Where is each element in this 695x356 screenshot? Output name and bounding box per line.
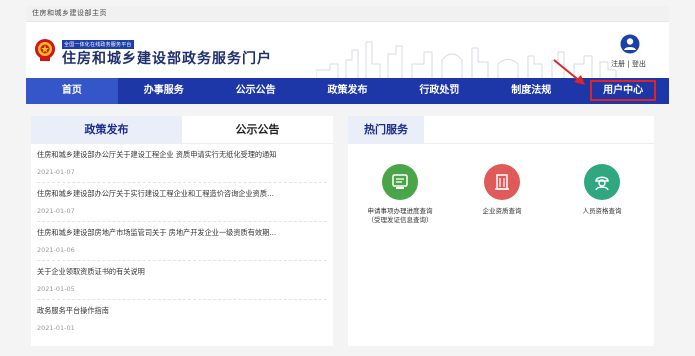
tab-policy[interactable]: 政策发布 [31,116,182,143]
list-item[interactable]: 关于企业领取资质证书的有关说明 2021-01-05 [37,261,327,300]
progress-query-icon [382,164,418,200]
nav-item-penalty[interactable]: 行政处罚 [393,78,485,104]
service-personnel-qualification[interactable]: 人员资格查询 [554,164,650,216]
worker-icon [584,164,620,200]
news-panel: 政策发布 公示公告 住房和城乡建设部办公厅关于建设工程企业 资质申请实行无纸化受… [31,116,333,346]
news-date: 2021-01-01 [37,324,75,332]
nav-item-services[interactable]: 办事服务 [118,78,210,104]
news-tabs: 政策发布 公示公告 [31,116,333,144]
list-item[interactable]: 住房和城乡建设部办公厅关于建设工程企业 资质申请实行无纸化受理的通知 2021-… [37,144,327,183]
news-list: 住房和城乡建设部办公厅关于建设工程企业 资质申请实行无纸化受理的通知 2021-… [31,144,333,339]
news-title[interactable]: 住房和城乡建设部办公厅关于实行建设工程企业和工程造价咨询企业资质... [37,189,327,199]
service-label: 申请事项办理进度查询 [367,207,433,215]
pointer-arrow-icon [553,59,585,85]
auth-links: 注册 | 登出 [611,59,646,69]
service-progress-query[interactable]: 申请事项办理进度查询 （受理发证信息查询） [352,164,448,225]
news-title[interactable]: 政务服务平台操作指南 [37,306,327,316]
hot-services-header: 热门服务 [348,116,654,144]
service-label: 企业资质查询 [482,207,522,215]
breadcrumb[interactable]: 住房和城乡建设部主页 [32,8,107,18]
nav-item-label: 公示公告 [235,85,276,96]
nav-item-home[interactable]: 首页 [26,78,118,104]
hot-services-panel: 热门服务 申请事项办理进度查询 （受理发证信息查询） 企业资质查询 人员资格查询 [348,116,654,346]
nav-item-announcements[interactable]: 公示公告 [210,78,302,104]
nav-item-label: 行政处罚 [419,85,460,96]
nav-item-label: 首页 [61,85,82,96]
national-emblem-icon [35,39,55,61]
news-date: 2021-01-06 [37,246,75,254]
building-icon [484,164,520,200]
nav-item-label: 制度法规 [511,85,552,96]
nav-item-policy[interactable]: 政策发布 [302,78,394,104]
nav-item-label: 办事服务 [143,85,184,96]
service-label-sub: （受理发证信息查询） [367,216,433,224]
tab-announcements[interactable]: 公示公告 [182,116,333,143]
news-date: 2021-01-05 [37,285,75,293]
logout-link[interactable]: 登出 [632,60,646,68]
register-link[interactable]: 注册 [611,60,625,68]
nav-item-label: 用户中心 [590,80,657,101]
news-title[interactable]: 住房和城乡建设部办公厅关于建设工程企业 资质申请实行无纸化受理的通知 [37,150,327,160]
list-item[interactable]: 住房和城乡建设部办公厅关于实行建设工程企业和工程造价咨询企业资质... 2021… [37,183,327,222]
list-item[interactable]: 住房和城乡建设部房地产市场监管司关于 房地产开发企业一级资质有效期... 202… [37,222,327,261]
list-item[interactable]: 政务服务平台操作指南 2021-01-01 [37,300,327,339]
site-title: 住房和城乡建设部政务服务门户 [62,51,272,67]
nav-item-label: 政策发布 [327,85,368,96]
service-label: 人员资格查询 [582,207,622,215]
news-date: 2021-01-07 [37,207,75,215]
news-title[interactable]: 住房和城乡建设部房地产市场监管司关于 房地产开发企业一级资质有效期... [37,228,327,238]
auth-separator: | [627,60,630,68]
hot-services-title: 热门服务 [348,116,424,144]
breadcrumb-bar: 住房和城乡建设部主页 [26,6,669,22]
news-title[interactable]: 关于企业领取资质证书的有关说明 [37,267,327,277]
page: 住房和城乡建设部主页 全国一体化在线政务服务平台 住房和城乡建设部政务服务门户 [0,0,695,356]
service-company-qualification[interactable]: 企业资质查询 [454,164,550,216]
news-date: 2021-01-07 [37,168,75,176]
user-avatar-icon[interactable] [620,34,640,54]
